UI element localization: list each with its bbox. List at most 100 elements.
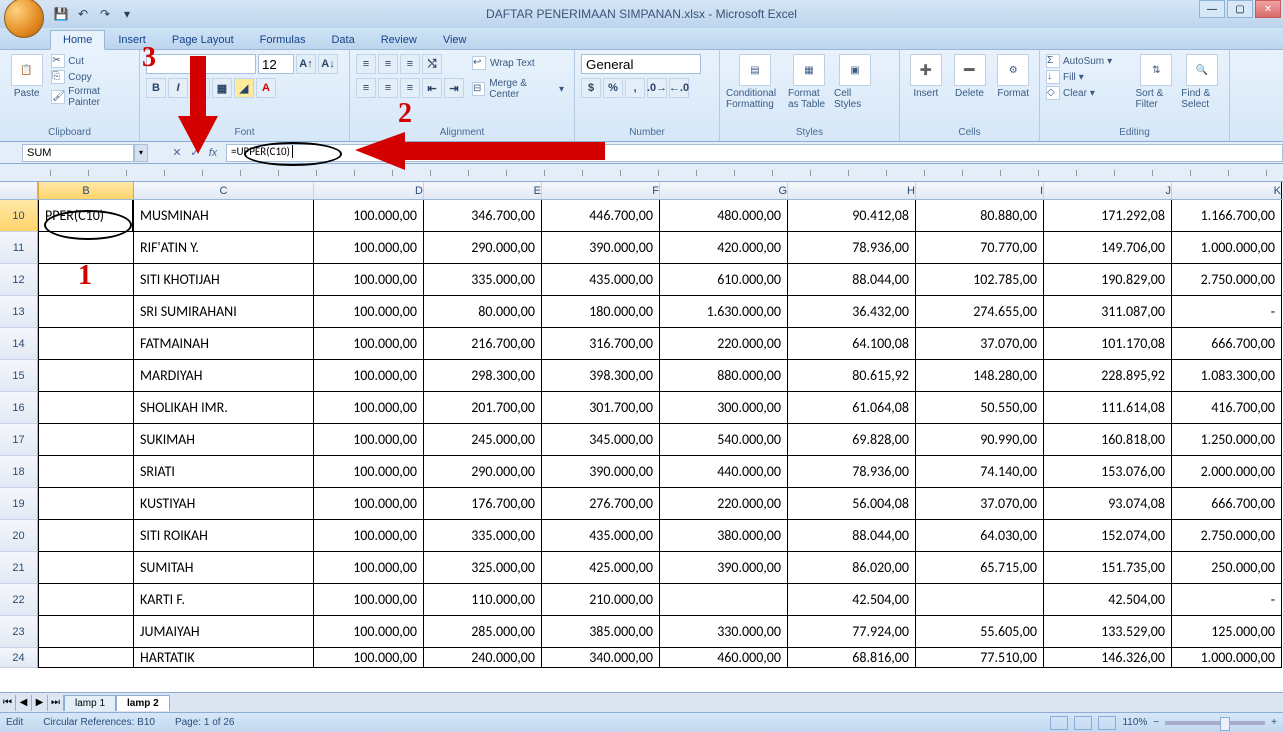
col-header-B[interactable]: B — [38, 182, 134, 199]
cell[interactable]: PPER(C10) — [38, 200, 134, 232]
row-header[interactable]: 19 — [0, 488, 38, 520]
cell[interactable]: 416.700,00 — [1172, 392, 1282, 424]
cell[interactable]: 435.000,00 — [542, 520, 660, 552]
cell[interactable]: 880.000,00 — [660, 360, 788, 392]
cell[interactable]: 335.000,00 — [424, 264, 542, 296]
cell[interactable] — [38, 232, 134, 264]
maximize-button[interactable]: ▢ — [1227, 0, 1253, 18]
cell[interactable]: 390.000,00 — [542, 232, 660, 264]
cell[interactable]: 100.000,00 — [314, 200, 424, 232]
row-header[interactable]: 13 — [0, 296, 38, 328]
tab-data[interactable]: Data — [318, 30, 367, 49]
cell[interactable] — [38, 584, 134, 616]
cell[interactable]: 55.605,00 — [916, 616, 1044, 648]
wrap-text-button[interactable]: ↩Wrap Text — [468, 54, 568, 72]
increase-decimal-icon[interactable]: .0→ — [647, 78, 667, 98]
align-left-icon[interactable]: ≡ — [356, 78, 376, 98]
cell[interactable]: 64.030,00 — [916, 520, 1044, 552]
cell[interactable]: 100.000,00 — [314, 328, 424, 360]
align-bottom-icon[interactable]: ≡ — [400, 54, 420, 74]
prev-sheet-icon[interactable]: ◀ — [16, 695, 32, 711]
row-header[interactable]: 10 — [0, 200, 38, 232]
cell[interactable]: 1.250.000,00 — [1172, 424, 1282, 456]
tab-view[interactable]: View — [430, 30, 480, 49]
cell[interactable]: MUSMINAH — [134, 200, 314, 232]
save-icon[interactable]: 💾 — [52, 5, 70, 23]
paste-button[interactable]: 📋 Paste — [4, 52, 49, 101]
row-header[interactable]: 15 — [0, 360, 38, 392]
cell[interactable]: 1.083.300,00 — [1172, 360, 1282, 392]
format-cells-button[interactable]: ⚙Format — [991, 52, 1035, 101]
cell[interactable]: 340.000,00 — [542, 648, 660, 668]
cell[interactable]: 77.924,00 — [788, 616, 916, 648]
next-sheet-icon[interactable]: ▶ — [32, 695, 48, 711]
format-as-table-button[interactable]: ▦Format as Table — [786, 52, 832, 112]
fx-button[interactable]: fx — [204, 144, 222, 162]
cell[interactable]: 90.412,08 — [788, 200, 916, 232]
col-header-G[interactable]: G — [660, 182, 788, 199]
cell[interactable]: 540.000,00 — [660, 424, 788, 456]
cell[interactable]: 80.000,00 — [424, 296, 542, 328]
cell[interactable]: 42.504,00 — [1044, 584, 1172, 616]
zoom-slider[interactable] — [1165, 721, 1265, 725]
cell[interactable]: 216.700,00 — [424, 328, 542, 360]
italic-button[interactable]: I — [168, 78, 188, 98]
redo-icon[interactable]: ↷ — [96, 5, 114, 23]
cell[interactable] — [38, 328, 134, 360]
cell[interactable] — [38, 552, 134, 584]
cell[interactable]: 666.700,00 — [1172, 488, 1282, 520]
cell[interactable] — [38, 520, 134, 552]
worksheet-area[interactable]: B C D E F G H I J K 10PPER(C10)MUSMINAH1… — [0, 182, 1283, 692]
cell[interactable]: 228.895,92 — [1044, 360, 1172, 392]
cell[interactable]: 2.750.000,00 — [1172, 520, 1282, 552]
sort-filter-button[interactable]: ⇅Sort & Filter — [1134, 52, 1180, 112]
cell[interactable]: SRIATI — [134, 456, 314, 488]
cell[interactable]: 298.300,00 — [424, 360, 542, 392]
cell[interactable]: 111.614,08 — [1044, 392, 1172, 424]
row-header[interactable]: 23 — [0, 616, 38, 648]
copy-button[interactable]: ⎘Copy — [51, 70, 133, 84]
cell[interactable]: 2.000.000,00 — [1172, 456, 1282, 488]
col-header-H[interactable]: H — [788, 182, 916, 199]
cell[interactable]: 101.170,08 — [1044, 328, 1172, 360]
cell[interactable]: 201.700,00 — [424, 392, 542, 424]
cut-button[interactable]: ✂Cut — [51, 54, 133, 68]
cell[interactable]: 2.750.000,00 — [1172, 264, 1282, 296]
cell[interactable]: MARDIYAH — [134, 360, 314, 392]
row-header[interactable]: 18 — [0, 456, 38, 488]
clear-button[interactable]: ◇Clear ▾ — [1046, 86, 1132, 100]
decrease-decimal-icon[interactable]: ←.0 — [669, 78, 689, 98]
cell[interactable]: 325.000,00 — [424, 552, 542, 584]
cell[interactable]: KARTI F. — [134, 584, 314, 616]
cell[interactable]: 69.828,00 — [788, 424, 916, 456]
col-header-I[interactable]: I — [916, 182, 1044, 199]
row-header[interactable]: 20 — [0, 520, 38, 552]
cell[interactable]: 290.000,00 — [424, 456, 542, 488]
cell[interactable] — [38, 296, 134, 328]
cell[interactable]: 148.280,00 — [916, 360, 1044, 392]
cell[interactable]: - — [1172, 584, 1282, 616]
cell[interactable]: 180.000,00 — [542, 296, 660, 328]
cell[interactable]: 398.300,00 — [542, 360, 660, 392]
first-sheet-icon[interactable]: ⏮ — [0, 695, 16, 711]
cell[interactable]: 151.735,00 — [1044, 552, 1172, 584]
col-header-D[interactable]: D — [314, 182, 424, 199]
cell[interactable] — [38, 360, 134, 392]
align-right-icon[interactable]: ≡ — [400, 78, 420, 98]
cell[interactable]: 56.004,08 — [788, 488, 916, 520]
zoom-out-button[interactable]: − — [1153, 717, 1159, 728]
cell[interactable]: 149.706,00 — [1044, 232, 1172, 264]
cell[interactable]: 100.000,00 — [314, 552, 424, 584]
cell[interactable]: SUKIMAH — [134, 424, 314, 456]
cell[interactable]: 42.504,00 — [788, 584, 916, 616]
cell[interactable] — [38, 488, 134, 520]
cell[interactable]: 78.936,00 — [788, 456, 916, 488]
cell[interactable]: 171.292,08 — [1044, 200, 1172, 232]
minimize-button[interactable]: — — [1199, 0, 1225, 18]
cell[interactable]: 36.432,00 — [788, 296, 916, 328]
cell[interactable]: HARTATIK — [134, 648, 314, 668]
cell[interactable]: 100.000,00 — [314, 520, 424, 552]
page-break-view-icon[interactable] — [1098, 716, 1116, 730]
grow-font-icon[interactable]: A↑ — [296, 54, 316, 74]
cell[interactable]: 90.990,00 — [916, 424, 1044, 456]
